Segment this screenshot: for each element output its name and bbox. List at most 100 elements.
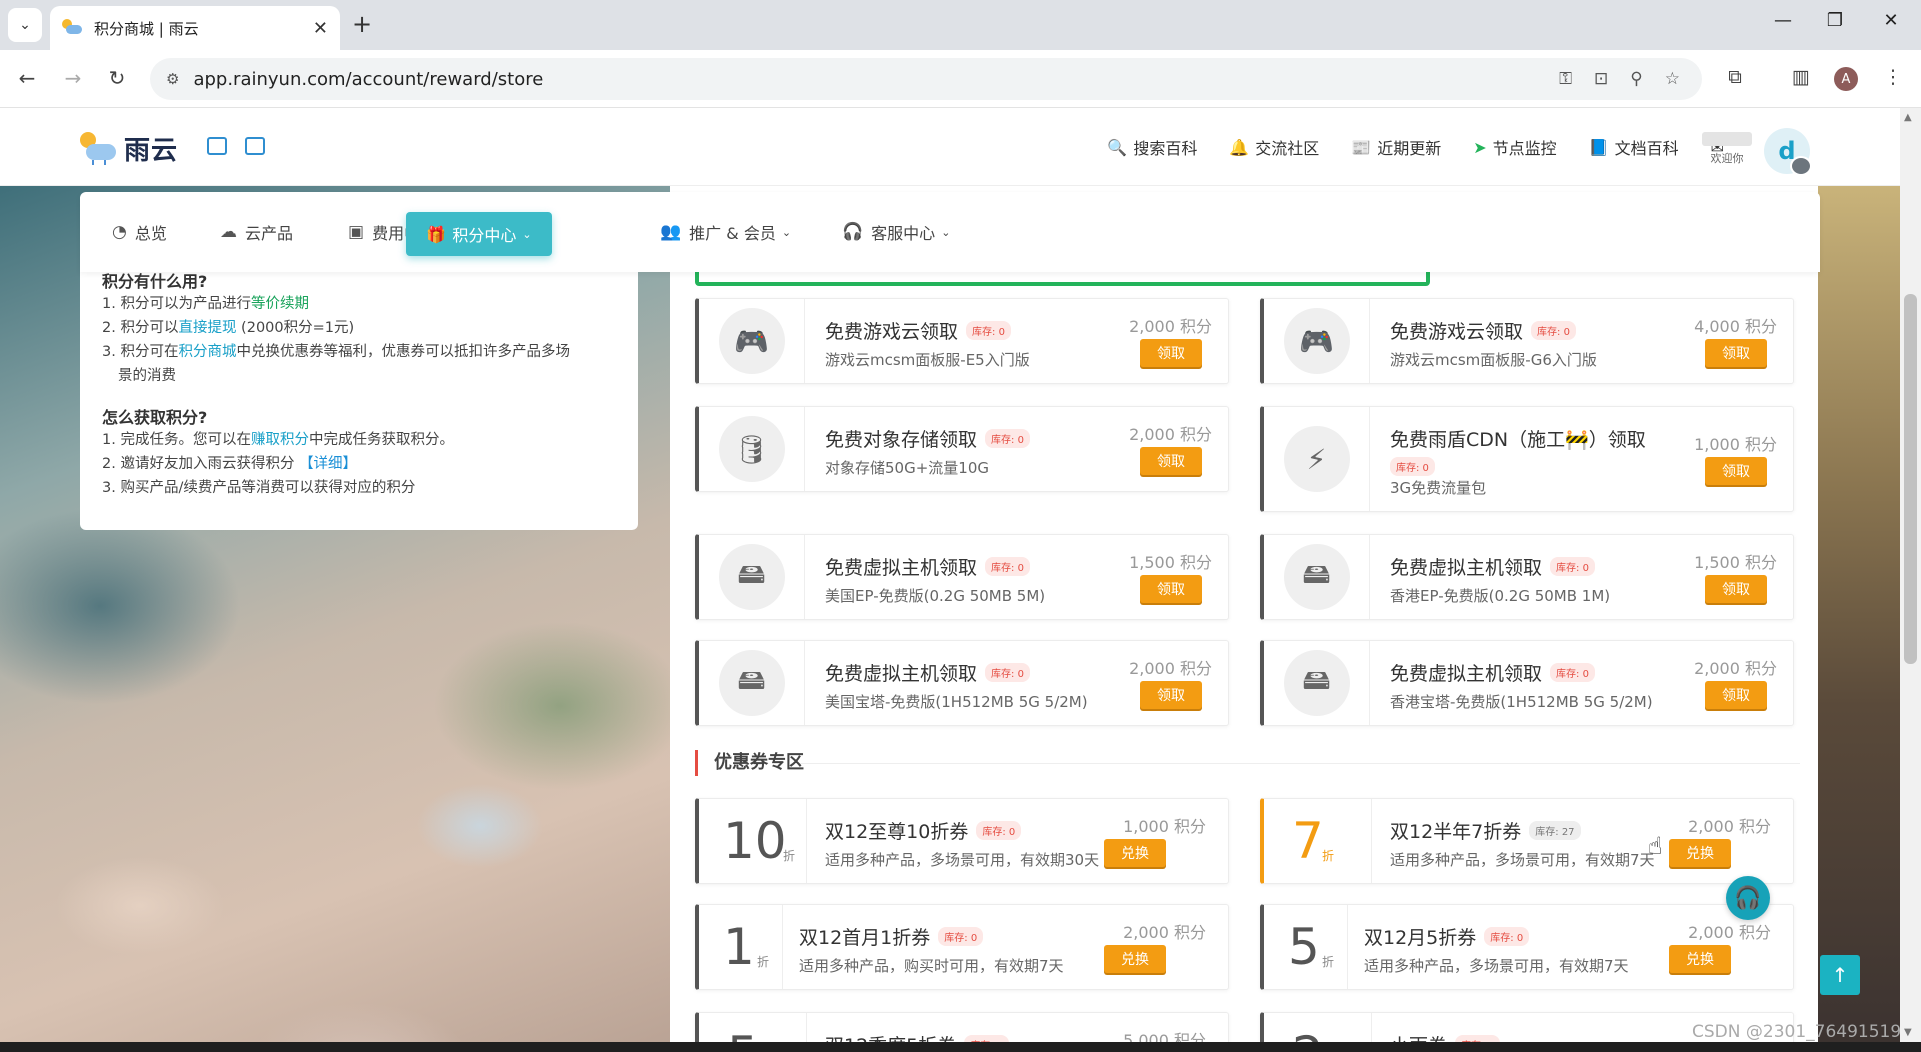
claim-button[interactable]: 领取 xyxy=(1140,575,1202,603)
claim-button[interactable]: 领取 xyxy=(1140,339,1202,367)
tab-title: 积分商城 | 雨云 xyxy=(94,19,199,38)
nav-headset[interactable]: 🎧 客服中心 ⌄ xyxy=(842,192,950,272)
reward-icon-box: 🖴 xyxy=(1264,535,1370,619)
scroll-up-icon[interactable]: ▲ xyxy=(1904,112,1912,123)
chevron-down-icon: ⌄ xyxy=(19,17,31,33)
section-divider xyxy=(800,763,1800,764)
nav-gift[interactable]: 🎁 积分中心 ⌄ xyxy=(406,212,552,256)
claim-button[interactable]: 领取 xyxy=(1705,681,1767,709)
reward-title: 免费虚拟主机领取 xyxy=(825,557,978,579)
coupon-desc: 适用多种产品，多场景可用，有效期30天 xyxy=(825,851,1100,869)
reward-name: 免费虚拟主机领取 库存: 0 xyxy=(825,659,1030,686)
reward-card: ⚡ 免费雨盾CDN（施工🚧）领取 库存: 0 3G免费流量包 1,000 积分 领取 xyxy=(1260,406,1794,512)
close-icon[interactable]: ✕ xyxy=(313,18,328,39)
page-scrollbar[interactable]: ▲ ▼ xyxy=(1900,108,1921,1042)
redeem-button[interactable]: 兑换 xyxy=(1104,945,1166,973)
image-icon[interactable] xyxy=(207,137,227,155)
minimize-button[interactable]: — xyxy=(1768,10,1798,31)
points-info-card: 积分有什么用? 1. 积分可以为产品进行等价续期 2. 积分可以直接提现 (200… xyxy=(80,272,638,530)
info-link[interactable]: 等价续期 xyxy=(251,296,309,312)
nav-label: 客服中心 xyxy=(871,224,936,243)
reward-card: 🛢 免费对象存储领取 库存: 0 对象存储50G+流量10G 2,000 积分 领取 xyxy=(695,406,1229,492)
tab-search-dropdown[interactable]: ⌄ xyxy=(8,8,42,42)
dashboard-icon: ◔ xyxy=(112,222,127,242)
coupon-desc: 适用多种产品，多场景可用，有效期7天 xyxy=(1364,957,1629,975)
restore-button[interactable]: ❐ xyxy=(1820,10,1850,31)
nav-label: 总览 xyxy=(134,224,167,243)
nav-label: 推广 & 会员 xyxy=(689,224,776,243)
reward-desc: 游戏云mcsm面板服-E5入门版 xyxy=(825,351,1030,369)
sidepanel-icon[interactable]: ▥ xyxy=(1788,66,1814,88)
scroll-down-icon[interactable]: ▼ xyxy=(1904,1027,1912,1038)
header-link-label: 交流社区 xyxy=(1255,139,1320,158)
back-to-top-button[interactable]: ↑ xyxy=(1820,955,1860,995)
redeem-button[interactable]: 兑换 xyxy=(1669,945,1731,973)
browser-tab[interactable]: 积分商城 | 雨云 ✕ xyxy=(50,6,340,50)
coupon-discount-number: 10 xyxy=(723,812,787,870)
claim-button[interactable]: 领取 xyxy=(1140,681,1202,709)
claim-button[interactable]: 领取 xyxy=(1705,575,1767,603)
bell-icon: 🔔 xyxy=(1229,137,1250,157)
info-link[interactable]: 赚取积分 xyxy=(251,432,309,448)
header-link-4[interactable]: 📘 文档百科 xyxy=(1589,135,1679,159)
extensions-icon[interactable]: ⧉ xyxy=(1722,66,1748,88)
site-info-icon[interactable]: ⚙ xyxy=(166,70,179,88)
chevron-down-icon: ⌄ xyxy=(941,225,951,239)
back-icon[interactable]: ← xyxy=(14,66,40,90)
info-text: 2. 邀请好友加入雨云获得积分 xyxy=(102,456,300,472)
info-link[interactable]: 积分商城 xyxy=(178,344,236,360)
reward-name: 免费虚拟主机领取 库存: 0 xyxy=(825,553,1030,580)
site-header: 雨云 🔍 搜索百科 🔔 交流社区 📰 近期更新 ➤ 节点监控 📘 文档百科 ✉ 欢迎你 d xyxy=(0,108,1900,186)
install-app-icon[interactable]: ⊡ xyxy=(1594,69,1608,89)
star-icon[interactable]: ☆ xyxy=(1665,69,1680,89)
database-icon: 🛢 xyxy=(718,416,785,482)
claim-button[interactable]: 领取 xyxy=(1705,457,1767,485)
reward-desc: 美国EP-免费版(0.2G 50MB 5M) xyxy=(825,587,1046,605)
header-link-2[interactable]: 📰 近期更新 xyxy=(1351,135,1441,159)
server-icon: 🖴 xyxy=(718,544,785,610)
customer-service-button[interactable]: 🎧 xyxy=(1726,876,1770,920)
nav-users[interactable]: 👥 推广 & 会员 ⌄ xyxy=(660,192,791,272)
reload-icon[interactable]: ↻ xyxy=(104,66,130,90)
info-line: 3. 积分可在积分商城中兑换优惠券等福利，优惠券可以抵扣许多产品多场 xyxy=(102,340,616,364)
reward-card: 🖴 免费虚拟主机领取 库存: 0 香港EP-免费版(0.2G 50MB 1M) 1,50… xyxy=(1260,534,1794,620)
coupon-card: 1 折双12首月1折券 库存: 0 适用多种产品，购买时可用，有效期7天 2,000 积… xyxy=(695,904,1229,990)
window-close-button[interactable]: ✕ xyxy=(1876,10,1906,31)
menu-kebab-icon[interactable]: ⋮ xyxy=(1880,66,1906,88)
reward-title: 免费对象存储领取 xyxy=(825,429,978,451)
profile-avatar[interactable]: A xyxy=(1834,67,1858,91)
reward-card: 🎮 免费游戏云领取 库存: 0 游戏云mcsm面板服-E5入门版 2,000 积分 领取 xyxy=(695,298,1229,384)
reward-title: 免费虚拟主机领取 xyxy=(1390,663,1543,685)
gamepad-icon: 🎮 xyxy=(718,308,785,374)
redeem-button[interactable]: 兑换 xyxy=(1669,839,1731,867)
header-link-1[interactable]: 🔔 交流社区 xyxy=(1229,135,1319,159)
claim-button[interactable]: 领取 xyxy=(1140,447,1202,475)
book-icon: 📘 xyxy=(1588,137,1609,157)
stock-badge: 库存: 0 xyxy=(985,663,1030,682)
info-line: 景的消费 xyxy=(102,364,616,388)
header-link-3[interactable]: ➤ 节点监控 xyxy=(1473,135,1556,159)
zoom-icon[interactable]: ⚲ xyxy=(1630,69,1642,89)
stock-badge: 库存: 0 xyxy=(1484,927,1530,946)
coupon-name: 双12半年7折券 库存: 27 xyxy=(1390,817,1581,844)
header-link-0[interactable]: 🔍 搜索百科 xyxy=(1107,135,1197,159)
info-link[interactable]: 直接提现 xyxy=(178,320,236,336)
key-icon[interactable]: ⚿ xyxy=(1559,69,1572,89)
url-text[interactable]: app.rainyun.com/account/reward/store xyxy=(193,69,1559,90)
reward-name: 免费对象存储领取 库存: 0 xyxy=(825,425,1030,452)
new-tab-button[interactable]: + xyxy=(352,12,372,36)
omnibox[interactable]: ⚙ app.rainyun.com/account/reward/store ⚿… xyxy=(150,58,1702,100)
site-logo[interactable]: 雨云 xyxy=(80,130,178,167)
nav-dashboard[interactable]: ◔ 总览 xyxy=(112,192,167,272)
coupon-discount-number: 7 xyxy=(1292,812,1324,870)
info-link[interactable]: 【详细】 xyxy=(299,456,357,472)
stock-badge: 库存: 0 xyxy=(1531,321,1576,340)
claim-button[interactable]: 领取 xyxy=(1705,339,1767,367)
info-line: 2. 邀请好友加入雨云获得积分 【详细】 xyxy=(102,452,616,476)
reward-title: 免费雨盾CDN（施工🚧）领取 xyxy=(1390,429,1646,451)
nav-cubes[interactable]: ☁ 云产品 xyxy=(220,192,293,272)
translate-icon[interactable] xyxy=(245,137,265,155)
scroll-thumb[interactable] xyxy=(1904,294,1917,664)
forward-icon[interactable]: → xyxy=(60,66,86,90)
redeem-button[interactable]: 兑换 xyxy=(1104,839,1166,867)
